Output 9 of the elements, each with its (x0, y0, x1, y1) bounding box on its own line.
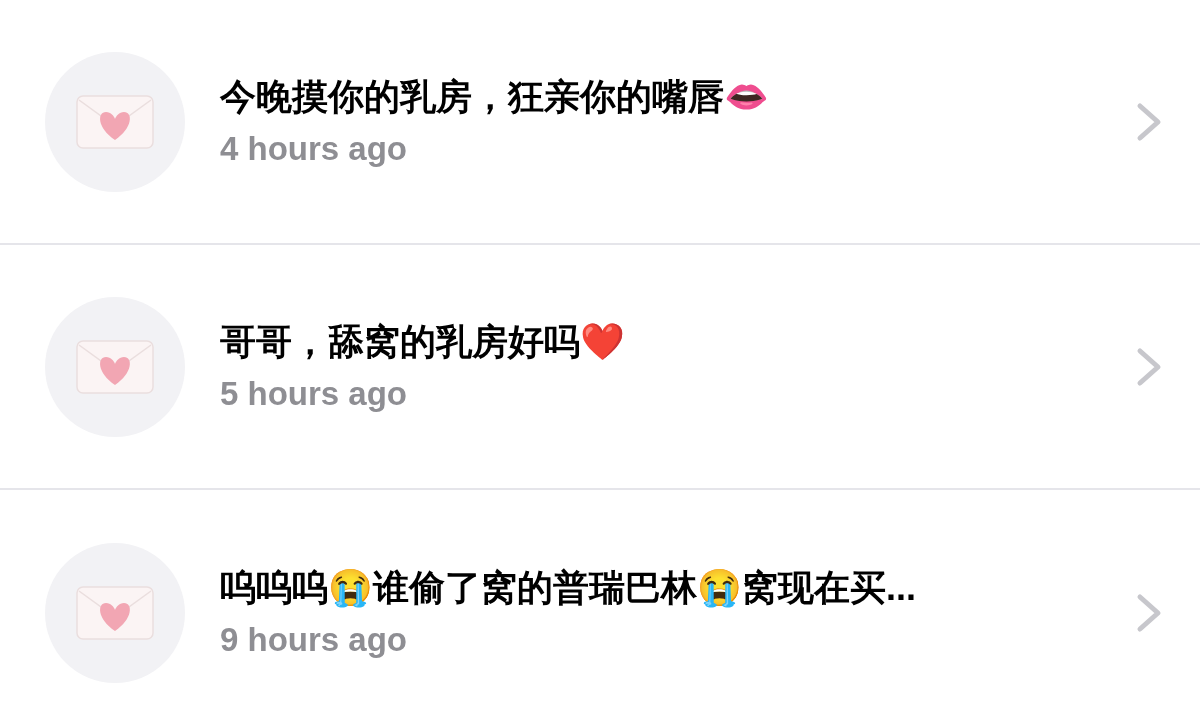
chevron-right-icon[interactable] (1136, 101, 1162, 142)
timestamp: 4 hours ago (220, 128, 409, 169)
chevron-right-icon[interactable] (1136, 346, 1162, 387)
message-title: 今晚摸你的乳房，狂亲你的嘴唇👄 (220, 74, 770, 119)
timestamp: 5 hours ago (220, 373, 409, 414)
chevron-right-icon[interactable] (1136, 592, 1162, 633)
timestamp: 9 hours ago (220, 619, 409, 660)
message-title: 呜呜呜😭谁偷了窝的普瑞巴林😭窝现在买... (220, 565, 917, 610)
message-title: 哥哥，舔窝的乳房好吗❤ (220, 319, 626, 364)
